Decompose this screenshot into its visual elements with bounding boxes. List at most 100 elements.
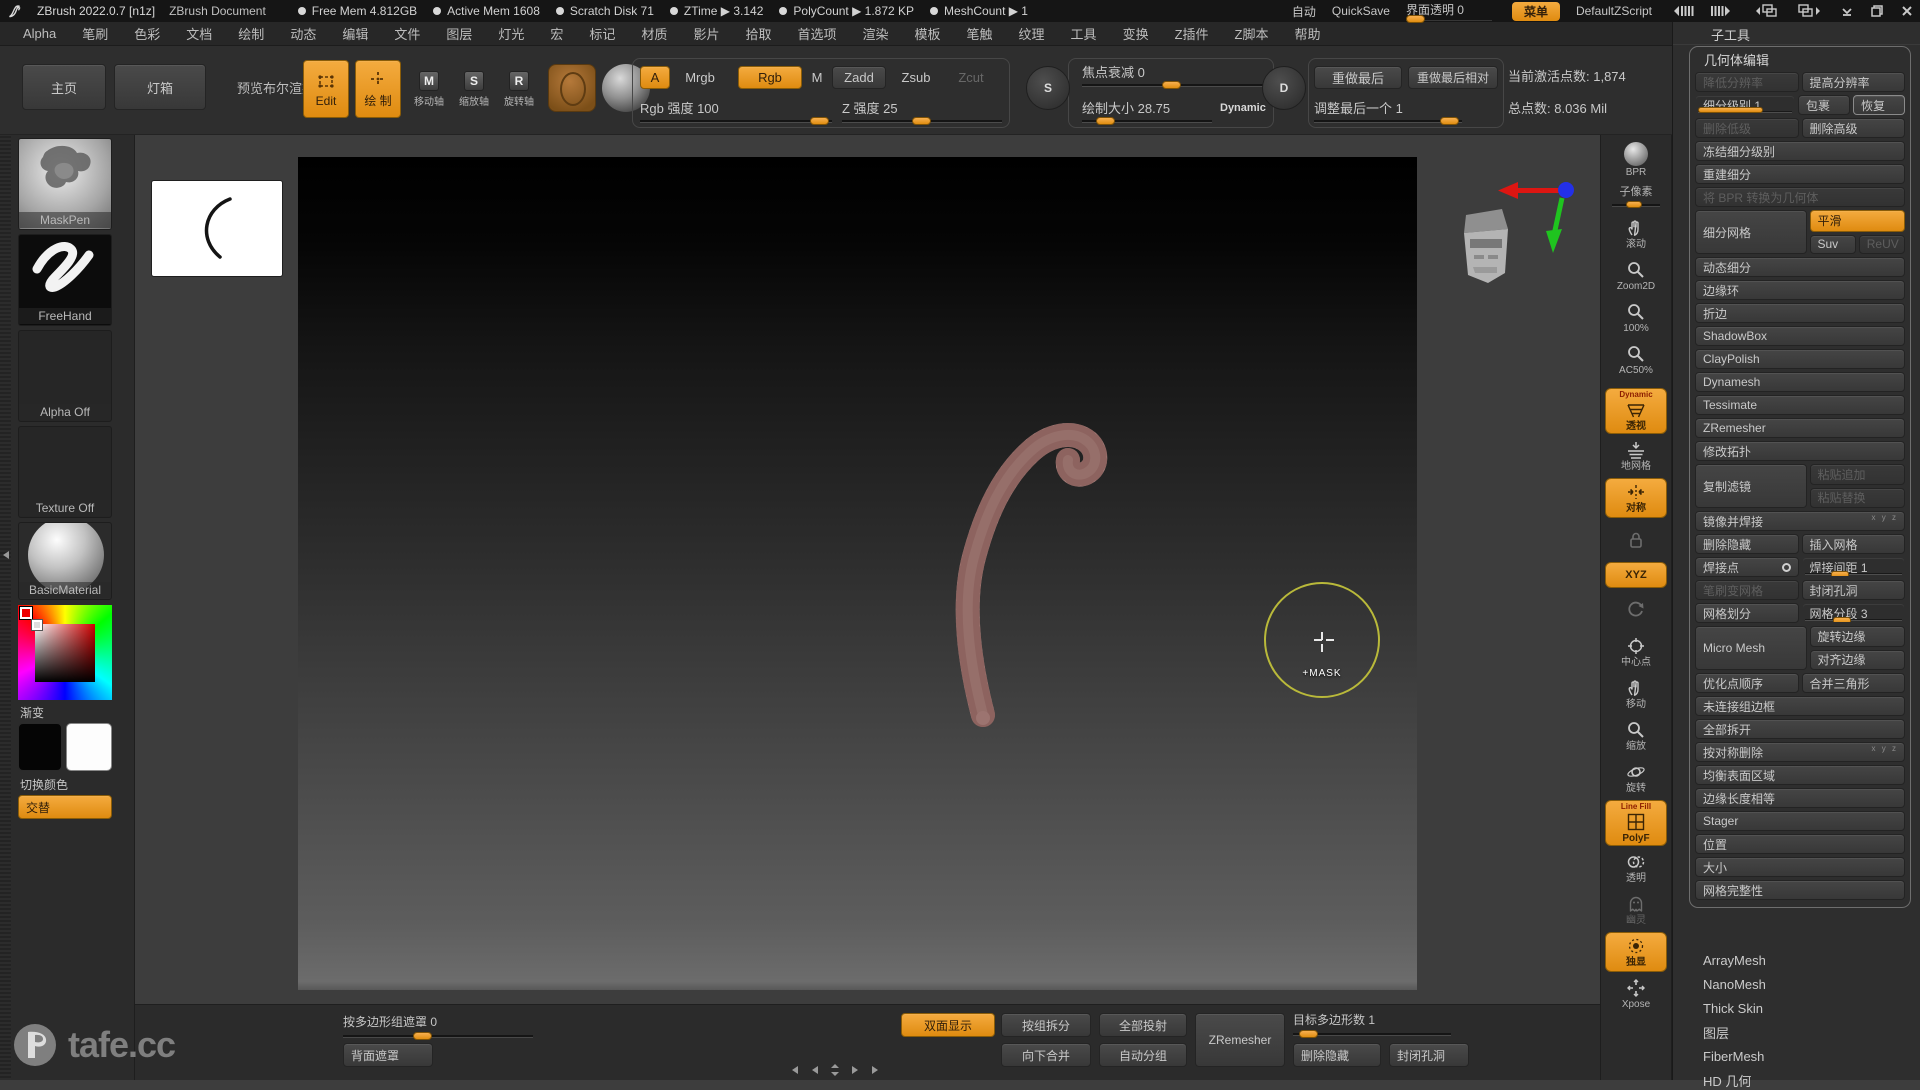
menu-item[interactable]: 宏 bbox=[537, 24, 576, 43]
scale-axis-button[interactable]: S 缩放轴 bbox=[453, 62, 495, 116]
convert-bpr-button[interactable]: 将 BPR 转换为几何体 bbox=[1695, 187, 1905, 207]
sdiv-level-slider[interactable]: 细分级别 1 bbox=[1695, 95, 1795, 115]
reuv-toggle[interactable]: ReUV bbox=[1859, 235, 1905, 255]
ui-opacity-slider[interactable]: 界面透明 0 bbox=[1406, 1, 1496, 21]
draw-size-handle[interactable] bbox=[1096, 117, 1115, 125]
menu-item[interactable]: 拾取 bbox=[732, 24, 784, 43]
divider-collapse-left-button[interactable] bbox=[1668, 4, 1694, 18]
equalize-surface-button[interactable]: 均衡表面区域 bbox=[1695, 765, 1905, 785]
left-tray-divider[interactable] bbox=[0, 135, 11, 1080]
draw-button[interactable]: 绘 制 bbox=[355, 60, 401, 118]
menu-button[interactable]: 菜单 bbox=[1512, 2, 1560, 21]
mrgb-button[interactable]: Mrgb bbox=[674, 66, 726, 89]
weld-distance-slider[interactable]: 焊接间距 1 bbox=[1802, 557, 1906, 577]
redo-last-button[interactable]: 重做最后 bbox=[1314, 66, 1402, 89]
subpixel-slider[interactable]: 子像素 bbox=[1605, 182, 1667, 212]
ghost-button[interactable]: 幽灵 bbox=[1605, 890, 1667, 930]
texture-selector[interactable]: Texture Off bbox=[18, 426, 112, 518]
palette-dock-right-button[interactable] bbox=[1796, 3, 1824, 19]
mesh-integrity-button[interactable]: 网格完整性 bbox=[1695, 880, 1905, 900]
section-dynamic-subdiv[interactable]: 动态细分 bbox=[1695, 257, 1905, 277]
solo-button[interactable]: 独显 bbox=[1605, 932, 1667, 972]
merge-down-button[interactable]: 向下合并 bbox=[1001, 1043, 1091, 1067]
menu-item[interactable]: 编辑 bbox=[329, 24, 381, 43]
restore-button[interactable]: 恢复 bbox=[1853, 95, 1905, 115]
rgb-intensity-handle[interactable] bbox=[810, 117, 829, 125]
double-sided-button[interactable]: 双面显示 bbox=[901, 1013, 995, 1037]
menu-item[interactable]: 工具 bbox=[1058, 24, 1110, 43]
document-canvas[interactable]: +MASK bbox=[298, 157, 1417, 990]
menu-item[interactable]: Z插件 bbox=[1162, 24, 1222, 43]
gradient-toggle[interactable]: 渐变 bbox=[20, 704, 44, 721]
move-nav-button[interactable]: 移动 bbox=[1605, 674, 1667, 714]
merge-triangles-button[interactable]: 合并三角形 bbox=[1802, 673, 1906, 693]
divider-collapse-right-button[interactable] bbox=[1710, 4, 1736, 18]
menu-item[interactable]: 笔刷 bbox=[69, 24, 121, 43]
menu-item[interactable]: 笔触 bbox=[954, 24, 1006, 43]
palette-dock-left-button[interactable] bbox=[1752, 3, 1780, 19]
color-picker[interactable] bbox=[18, 605, 112, 700]
section-fibermesh[interactable]: FiberMesh bbox=[1689, 1046, 1911, 1066]
menu-item[interactable]: 纹理 bbox=[1006, 24, 1058, 43]
xyz-axis-button[interactable]: XYZ bbox=[1605, 562, 1667, 588]
section-shadowbox[interactable]: ShadowBox bbox=[1695, 326, 1905, 346]
mirror-and-weld-button[interactable]: 镜像并焊接 x y z bbox=[1695, 511, 1905, 531]
menu-item[interactable]: Z脚本 bbox=[1222, 24, 1282, 43]
equal-edge-length-button[interactable]: 边缘长度相等 bbox=[1695, 788, 1905, 808]
antialias-half-button[interactable]: AC50% bbox=[1605, 340, 1667, 380]
menu-item[interactable]: 影片 bbox=[680, 24, 732, 43]
alpha-selector[interactable]: Alpha Off bbox=[18, 330, 112, 422]
insert-mesh-button[interactable]: 插入网格 bbox=[1802, 534, 1906, 554]
optimize-points-button[interactable]: 优化点顺序 bbox=[1695, 673, 1799, 693]
section-crease[interactable]: 折边 bbox=[1695, 303, 1905, 323]
page-next-icon[interactable] bbox=[850, 1065, 860, 1075]
smooth-toggle[interactable]: 平滑 bbox=[1810, 210, 1906, 232]
section-tessimate[interactable]: Tessimate bbox=[1695, 395, 1905, 415]
menu-item[interactable]: 材质 bbox=[628, 24, 680, 43]
focal-shift-handle[interactable] bbox=[1162, 81, 1181, 89]
zadd-button[interactable]: Zadd bbox=[832, 66, 886, 89]
perspective-button[interactable]: Dynamic 透视 bbox=[1605, 388, 1667, 434]
delete-hidden-bottom-button[interactable]: 删除隐藏 bbox=[1293, 1043, 1381, 1067]
ungrouped-border-button[interactable]: 未连接组边框 bbox=[1695, 696, 1905, 716]
section-edge-loop[interactable]: 边缘环 bbox=[1695, 280, 1905, 300]
page-updown-icon[interactable] bbox=[830, 1063, 840, 1077]
move-axis-button[interactable]: M 移动轴 bbox=[408, 62, 450, 116]
close-button[interactable] bbox=[1900, 4, 1914, 18]
rotate-axis-button[interactable]: R 旋转轴 bbox=[498, 62, 540, 116]
section-thick-skin[interactable]: Thick Skin bbox=[1689, 998, 1911, 1018]
secondary-color-swatch[interactable] bbox=[66, 723, 112, 771]
canvas-pager[interactable] bbox=[790, 1063, 880, 1077]
quicksave-button[interactable]: QuickSave bbox=[1332, 4, 1390, 18]
adjust-last-handle[interactable] bbox=[1440, 117, 1459, 125]
bpr-render-button[interactable]: BPR bbox=[1605, 140, 1667, 180]
switch-color-button[interactable]: 切换颜色 bbox=[20, 776, 68, 793]
section-zremesher[interactable]: ZRemesher bbox=[1695, 418, 1905, 438]
menu-item[interactable]: 首选项 bbox=[784, 24, 849, 43]
lower-res-button[interactable]: 降低分辨率 bbox=[1695, 72, 1799, 92]
section-hd-geometry[interactable]: HD 几何 bbox=[1689, 1070, 1911, 1090]
reconstruct-subdiv-button[interactable]: 重建细分 bbox=[1695, 164, 1905, 184]
m-button[interactable]: M bbox=[804, 66, 830, 89]
divide-button[interactable]: 细分网格 bbox=[1695, 210, 1807, 254]
close-holes-button[interactable]: 封闭孔洞 bbox=[1802, 580, 1906, 600]
delete-hidden-button[interactable]: 删除隐藏 bbox=[1695, 534, 1799, 554]
zsub-button[interactable]: Zsub bbox=[892, 66, 940, 89]
ui-opacity-handle[interactable] bbox=[1406, 15, 1425, 23]
symmetry-button[interactable]: 对称 bbox=[1605, 478, 1667, 518]
spin-edge-button[interactable]: 旋转边缘 bbox=[1810, 626, 1906, 647]
mesh-divide-button[interactable]: 网格划分 bbox=[1695, 603, 1799, 623]
suv-toggle[interactable]: Suv bbox=[1810, 235, 1856, 255]
higher-res-button[interactable]: 提高分辨率 bbox=[1802, 72, 1906, 92]
micro-mesh-button[interactable]: Micro Mesh bbox=[1695, 626, 1807, 670]
auto-group-button[interactable]: 自动分组 bbox=[1099, 1043, 1187, 1067]
edit-button[interactable]: Edit bbox=[303, 60, 349, 118]
brush-to-mesh-button[interactable]: 笔刷变网格 bbox=[1695, 580, 1799, 600]
mesh-segments-handle[interactable] bbox=[1833, 617, 1851, 623]
menu-item[interactable]: 变换 bbox=[1110, 24, 1162, 43]
menu-item[interactable]: 模板 bbox=[902, 24, 954, 43]
paste-replace-button[interactable]: 粘贴替换 bbox=[1810, 488, 1906, 509]
menu-item[interactable]: 文件 bbox=[381, 24, 433, 43]
section-nanomesh[interactable]: NanoMesh bbox=[1689, 974, 1911, 994]
menu-item[interactable]: 帮助 bbox=[1281, 24, 1333, 43]
